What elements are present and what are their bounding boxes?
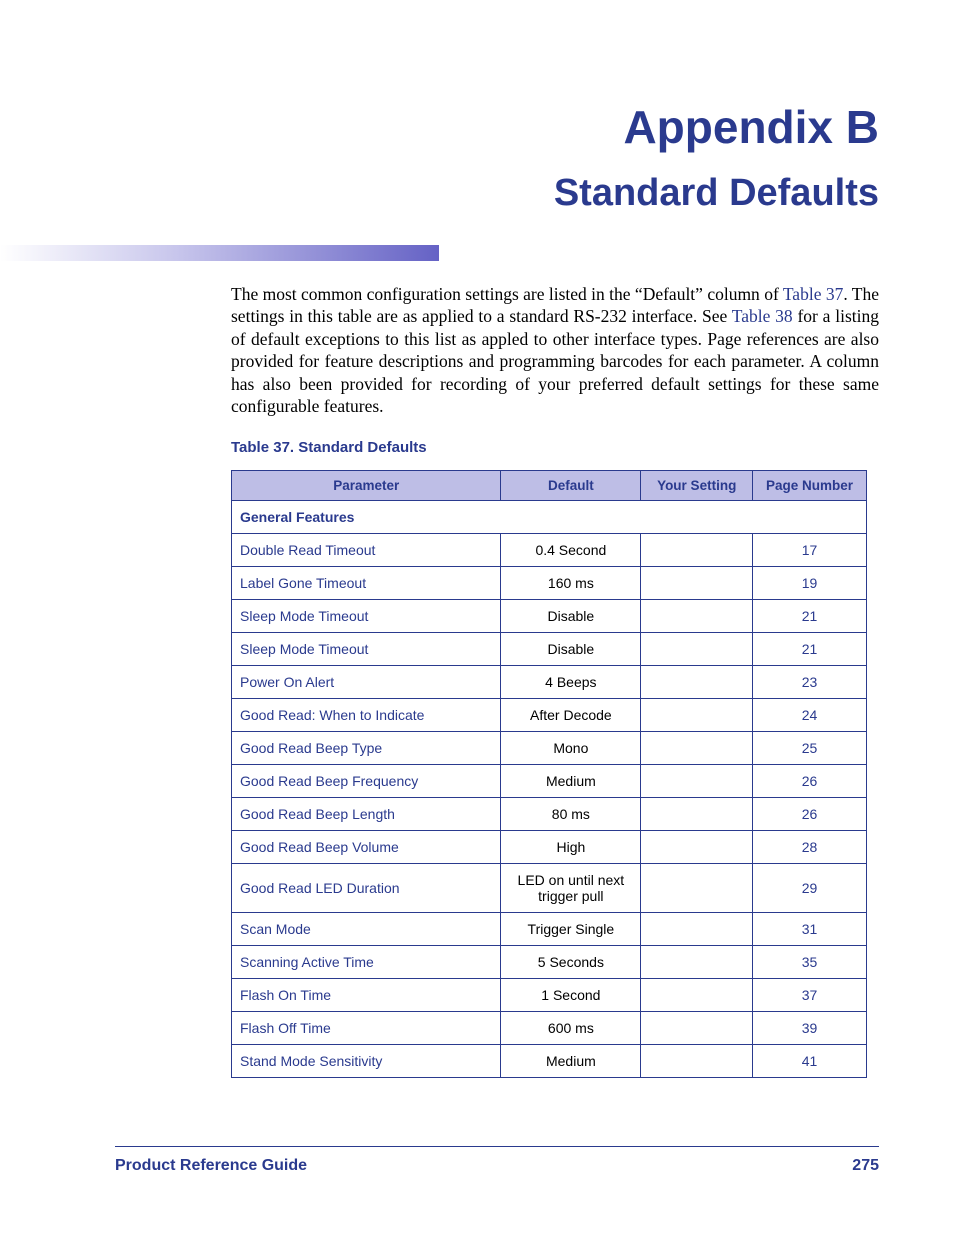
your-setting-cell [641,732,753,765]
parameter-cell[interactable]: Label Gone Timeout [232,567,501,600]
page-number-cell[interactable]: 24 [753,699,867,732]
table-row: Sleep Mode TimeoutDisable 21 [232,600,867,633]
table-37-link[interactable]: Table 37 [783,284,844,304]
col-default: Default [501,471,641,501]
footer-left: Product Reference Guide [115,1157,307,1175]
parameter-cell[interactable]: Scan Mode [232,913,501,946]
parameter-cell[interactable]: Flash Off Time [232,1012,501,1045]
default-cell: Medium [501,1045,641,1078]
default-cell: Trigger Single [501,913,641,946]
your-setting-cell [641,666,753,699]
page-number-cell[interactable]: 26 [753,798,867,831]
parameter-cell[interactable]: Good Read Beep Frequency [232,765,501,798]
your-setting-cell [641,1012,753,1045]
page-number-cell[interactable]: 21 [753,600,867,633]
page-number-cell[interactable]: 31 [753,913,867,946]
footer-page-number: 275 [852,1157,879,1175]
page-number-cell[interactable]: 41 [753,1045,867,1078]
page-number-cell[interactable]: 29 [753,864,867,913]
page-number-cell[interactable]: 37 [753,979,867,1012]
your-setting-cell [641,946,753,979]
page-number-cell[interactable]: 26 [753,765,867,798]
table-row: Flash On Time1 Second 37 [232,979,867,1012]
page-subtitle: Standard Defaults [115,172,879,215]
page-number-cell[interactable]: 19 [753,567,867,600]
parameter-cell[interactable]: Good Read LED Duration [232,864,501,913]
appendix-title: Appendix B [115,100,879,154]
table-row: Label Gone Timeout160 ms 19 [232,567,867,600]
parameter-cell[interactable]: Scanning Active Time [232,946,501,979]
parameter-cell[interactable]: Good Read Beep Length [232,798,501,831]
parameter-cell[interactable]: Sleep Mode Timeout [232,600,501,633]
table-row: Good Read Beep TypeMono 25 [232,732,867,765]
your-setting-cell [641,979,753,1012]
default-cell: Disable [501,600,641,633]
table-row: Power On Alert4 Beeps 23 [232,666,867,699]
default-cell: LED on until next trigger pull [501,864,641,913]
default-cell: 600 ms [501,1012,641,1045]
intro-text-1: The most common configuration settings a… [231,284,783,304]
default-cell: 4 Beeps [501,666,641,699]
section-label: General Features [232,501,867,534]
default-cell: 80 ms [501,798,641,831]
table-row: Scanning Active Time5 Seconds 35 [232,946,867,979]
defaults-table: Parameter Default Your Setting Page Numb… [231,470,867,1078]
parameter-cell[interactable]: Double Read Timeout [232,534,501,567]
page-number-cell[interactable]: 28 [753,831,867,864]
your-setting-cell [641,864,753,913]
parameter-cell[interactable]: Stand Mode Sensitivity [232,1045,501,1078]
default-cell: 160 ms [501,567,641,600]
your-setting-cell [641,765,753,798]
parameter-cell[interactable]: Good Read: When to Indicate [232,699,501,732]
parameter-cell[interactable]: Good Read Beep Volume [232,831,501,864]
table-row: Good Read LED DurationLED on until next … [232,864,867,913]
default-cell: After Decode [501,699,641,732]
section-row: General Features [232,501,867,534]
decorative-bar [0,245,439,261]
page-number-cell[interactable]: 39 [753,1012,867,1045]
your-setting-cell [641,534,753,567]
parameter-cell[interactable]: Sleep Mode Timeout [232,633,501,666]
table-row: Sleep Mode TimeoutDisable 21 [232,633,867,666]
page-number-cell[interactable]: 35 [753,946,867,979]
table-row: Stand Mode SensitivityMedium 41 [232,1045,867,1078]
your-setting-cell [641,798,753,831]
page-number-cell[interactable]: 21 [753,633,867,666]
table-row: Good Read Beep VolumeHigh 28 [232,831,867,864]
your-setting-cell [641,699,753,732]
parameter-cell[interactable]: Flash On Time [232,979,501,1012]
your-setting-cell [641,633,753,666]
intro-paragraph: The most common configuration settings a… [231,283,879,417]
col-page-number: Page Number [753,471,867,501]
table-row: Double Read Timeout0.4 Second 17 [232,534,867,567]
default-cell: 0.4 Second [501,534,641,567]
default-cell: Mono [501,732,641,765]
page-number-cell[interactable]: 25 [753,732,867,765]
default-cell: 5 Seconds [501,946,641,979]
your-setting-cell [641,913,753,946]
default-cell: Medium [501,765,641,798]
parameter-cell[interactable]: Good Read Beep Type [232,732,501,765]
parameter-cell[interactable]: Power On Alert [232,666,501,699]
page-number-cell[interactable]: 17 [753,534,867,567]
your-setting-cell [641,1045,753,1078]
table-row: Good Read: When to IndicateAfter Decode 2… [232,699,867,732]
table-row: Good Read Beep FrequencyMedium 26 [232,765,867,798]
page-number-cell[interactable]: 23 [753,666,867,699]
your-setting-cell [641,600,753,633]
your-setting-cell [641,567,753,600]
table-row: Scan ModeTrigger Single 31 [232,913,867,946]
default-cell: Disable [501,633,641,666]
table-caption: Table 37. Standard Defaults [231,439,879,456]
default-cell: 1 Second [501,979,641,1012]
your-setting-cell [641,831,753,864]
col-your-setting: Your Setting [641,471,753,501]
table-header-row: Parameter Default Your Setting Page Numb… [232,471,867,501]
col-parameter: Parameter [232,471,501,501]
table-38-link[interactable]: Table 38 [732,306,793,326]
table-row: Flash Off Time600 ms 39 [232,1012,867,1045]
page-footer: Product Reference Guide 275 [115,1146,879,1175]
default-cell: High [501,831,641,864]
table-row: Good Read Beep Length80 ms 26 [232,798,867,831]
